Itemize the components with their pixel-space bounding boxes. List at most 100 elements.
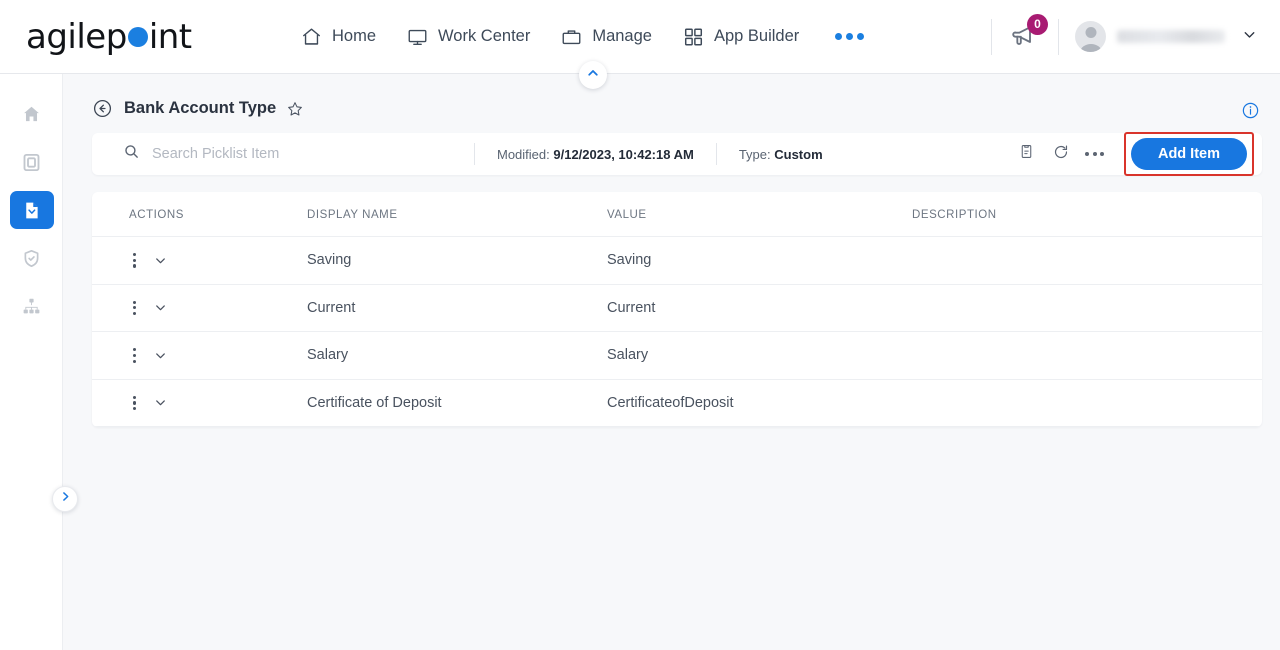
avatar-icon[interactable] [1075, 21, 1106, 52]
add-item-highlight: Add Item [1123, 132, 1254, 176]
column-header-display-name: DISPLAY NAME [307, 192, 607, 237]
page-header: Bank Account Type [63, 74, 1280, 119]
tablet-icon [10, 143, 54, 181]
table-row: Saving Saving [92, 236, 1262, 285]
search-icon [123, 143, 140, 165]
main-content: Bank Account Type Modified: 9/12/20 [63, 61, 1280, 650]
table-row: Salary Salary [92, 331, 1262, 380]
add-item-button[interactable]: Add Item [1130, 138, 1247, 170]
column-header-actions: ACTIONS [92, 192, 307, 237]
row-actions-cell [92, 236, 307, 285]
row-value: Saving [607, 236, 912, 285]
column-header-description: DESCRIPTION [912, 192, 1262, 237]
header-divider-2 [1058, 18, 1059, 55]
notification-badge: 0 [1027, 13, 1048, 35]
org-chart-icon [10, 287, 54, 325]
row-actions-cell [92, 379, 307, 428]
refresh-icon [1052, 143, 1070, 166]
picklist-table: ACTIONS DISPLAY NAME VALUE DESCRIPTION S… [92, 192, 1262, 428]
logo-text-part2: int [148, 16, 192, 57]
type-label: Type: [738, 146, 771, 162]
picklist-toolbar: Modified: 9/12/2023, 10:42:18 AM Type: C… [92, 132, 1262, 176]
sidebar-item-security[interactable] [0, 234, 63, 282]
sidebar-item-hierarchy[interactable] [0, 282, 63, 330]
row-description [912, 379, 1262, 428]
nav-label-home: Home [332, 27, 377, 45]
vertical-dots-icon[interactable] [129, 251, 140, 270]
sidebar-item-home[interactable] [0, 90, 63, 138]
chevron-down-icon[interactable] [153, 300, 168, 315]
notifications-button[interactable]: 0 [1008, 13, 1048, 56]
monitor-icon [406, 26, 429, 48]
ellipsis-icon[interactable] [835, 33, 865, 40]
modified-label: Modified: [497, 146, 550, 162]
table-row: Certificate of Deposit CertificateofDepos… [92, 379, 1262, 428]
brand-logo[interactable]: agilep int [0, 17, 300, 57]
top-header: agilep int Home Work Center Manage App B… [0, 0, 1280, 74]
shield-check-icon [10, 239, 54, 277]
table-row: Current Current [92, 284, 1262, 333]
star-icon[interactable] [286, 100, 304, 118]
document-chevron-icon [9, 191, 54, 229]
row-display-name: Current [307, 284, 607, 333]
left-sidebar [0, 74, 78, 650]
clipboard-button[interactable] [1010, 143, 1044, 165]
modified-value: 9/12/2023, 10:42:18 AM [553, 146, 694, 162]
clipboard-icon [1018, 143, 1035, 165]
row-description [912, 236, 1262, 285]
table-head: ACTIONS DISPLAY NAME VALUE DESCRIPTION [92, 192, 1262, 237]
toolbar-more-button[interactable] [1078, 152, 1112, 156]
nav-label-work-center: Work Center [438, 27, 531, 45]
collapse-header-button[interactable] [579, 61, 607, 89]
sidebar-item-device[interactable] [0, 138, 63, 186]
grid-icon [682, 26, 705, 48]
username-label [1117, 30, 1225, 43]
nav-item-manage[interactable]: Manage [560, 26, 652, 48]
row-display-name: Salary [307, 331, 607, 380]
chevron-down-icon[interactable] [153, 395, 168, 410]
search-input[interactable] [152, 146, 452, 162]
home-icon [10, 95, 54, 133]
sidebar-item-picklist[interactable] [0, 186, 63, 234]
table-header-row: ACTIONS DISPLAY NAME VALUE DESCRIPTION [92, 192, 1262, 237]
chevron-down-icon[interactable] [153, 348, 168, 363]
logo-text: agilep int [26, 17, 192, 57]
header-right-group: 0 [975, 13, 1280, 56]
table-body: Saving Saving Current Current Salary Salary Ce… [92, 236, 1262, 428]
row-description [912, 284, 1262, 333]
megaphone-icon [1008, 25, 1040, 56]
row-value: Salary [607, 331, 912, 380]
main-navigation: Home Work Center Manage App Builder [300, 26, 975, 48]
modified-info: Modified: 9/12/2023, 10:42:18 AM [475, 147, 716, 162]
nav-label-manage: Manage [592, 27, 652, 45]
row-actions-cell [92, 331, 307, 380]
row-actions-cell [92, 284, 307, 333]
chevron-down-icon[interactable] [153, 253, 168, 268]
briefcase-icon [560, 26, 583, 48]
type-info: Type: Custom [717, 147, 845, 162]
row-display-name: Saving [307, 236, 607, 285]
home-icon [300, 26, 323, 48]
page-title: Bank Account Type [124, 99, 277, 117]
info-circle-icon[interactable] [1241, 101, 1260, 125]
refresh-button[interactable] [1044, 143, 1078, 166]
vertical-dots-icon[interactable] [129, 394, 140, 413]
nav-item-home[interactable]: Home [300, 26, 376, 48]
search-area [92, 143, 474, 165]
back-arrow-circle-icon[interactable] [92, 98, 113, 119]
chevron-down-icon[interactable] [1241, 26, 1258, 48]
row-description [912, 331, 1262, 380]
picklist-table-card: ACTIONS DISPLAY NAME VALUE DESCRIPTION S… [92, 192, 1262, 428]
sidebar-expand-button[interactable] [52, 486, 78, 512]
nav-item-app-builder[interactable]: App Builder [682, 26, 799, 48]
logo-text-part1: agilep [26, 16, 127, 57]
type-value: Custom [774, 146, 823, 162]
chevron-up-icon [586, 66, 600, 85]
row-value: Current [607, 284, 912, 333]
logo-dot-icon [127, 26, 148, 47]
nav-item-work-center[interactable]: Work Center [406, 26, 530, 48]
header-divider-1 [991, 18, 992, 55]
nav-label-app-builder: App Builder [713, 27, 800, 45]
vertical-dots-icon[interactable] [129, 346, 140, 365]
vertical-dots-icon[interactable] [129, 299, 140, 318]
